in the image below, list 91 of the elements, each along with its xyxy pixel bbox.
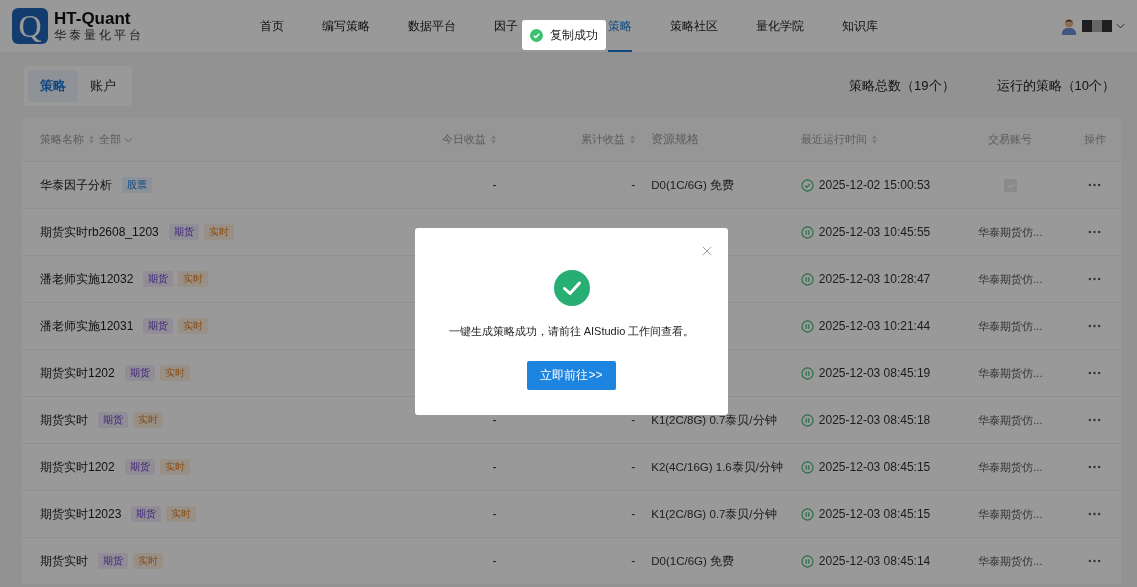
table-cell: 华泰期货仿... bbox=[978, 459, 1043, 475]
more-icon[interactable] bbox=[1088, 230, 1102, 234]
tag: 实时 bbox=[133, 553, 163, 569]
table-cell: K1(2C/8G) 0.7泰贝/分钟 bbox=[651, 506, 777, 522]
table-cell: 2025-12-02 15:00:53 bbox=[818, 178, 931, 192]
tag: 期货 bbox=[143, 318, 174, 334]
nav-tab[interactable]: 策略 bbox=[608, 0, 632, 52]
caret-icon[interactable] bbox=[1116, 23, 1125, 29]
logo-title: HT-Quant bbox=[54, 9, 132, 28]
more-icon[interactable] bbox=[1088, 465, 1102, 469]
table-cell: 华泰期货仿... bbox=[978, 365, 1043, 381]
more-icon[interactable] bbox=[1088, 183, 1102, 187]
table-cell: 2025-12-03 08:45:14 bbox=[818, 554, 931, 568]
strategy-name[interactable]: 期货实时1202 bbox=[40, 458, 115, 476]
table-cell: - bbox=[492, 413, 497, 427]
nav-tab[interactable]: 量化学院 bbox=[756, 0, 804, 52]
table-cell: 2025-12-03 10:21:44 bbox=[818, 319, 931, 333]
table-cell: 2025-12-03 10:28:47 bbox=[818, 272, 931, 286]
strategy-name[interactable]: 华泰因子分析 bbox=[40, 176, 112, 194]
table-cell: 2025-12-03 10:45:55 bbox=[818, 225, 931, 239]
table-cell: - bbox=[492, 507, 497, 521]
tag: 实时 bbox=[178, 271, 209, 287]
tag: 实时 bbox=[133, 412, 163, 428]
tag: 实时 bbox=[159, 365, 190, 381]
tag: 期货 bbox=[124, 459, 155, 475]
tag: 期货 bbox=[98, 553, 128, 569]
tag: 实时 bbox=[203, 224, 234, 240]
tag: 期货 bbox=[168, 224, 199, 240]
table-cell: K1(2C/8G) 0.7泰贝/分钟 bbox=[651, 412, 777, 428]
table-cell: 2025-12-03 08:45:15 bbox=[818, 507, 931, 521]
dialog-message: 一键生成策略成功，请前往 AIStudio 工作间查看。 bbox=[448, 324, 695, 339]
go-button[interactable]: 立即前往>> bbox=[527, 361, 616, 390]
close-icon[interactable] bbox=[702, 246, 712, 256]
table-cell: - bbox=[631, 460, 636, 474]
tag: 期货 bbox=[131, 506, 162, 522]
check-circle-icon bbox=[530, 28, 543, 42]
table-cell: D0(1C/6G) 免费 bbox=[651, 553, 734, 569]
tag: 期货 bbox=[98, 412, 128, 428]
table-cell: 2025-12-03 08:45:15 bbox=[818, 460, 931, 474]
stat-label: 策略总数（19个） bbox=[849, 77, 955, 95]
table-cell: 华泰期货仿... bbox=[978, 553, 1043, 569]
more-icon[interactable] bbox=[1088, 559, 1102, 563]
nav-tab[interactable]: 因子 bbox=[494, 0, 518, 52]
table-cell: - bbox=[492, 178, 497, 192]
tag: 实时 bbox=[159, 459, 190, 475]
table-cell: - bbox=[631, 507, 636, 521]
logo-subtitle: 华泰量化平台 bbox=[54, 27, 144, 43]
strategy-name[interactable]: 期货实时12023 bbox=[40, 505, 122, 523]
section-tab[interactable]: 账户 bbox=[78, 70, 128, 102]
table-cell: 2025-12-03 08:45:18 bbox=[818, 413, 931, 427]
strategy-name[interactable]: 期货实时1202 bbox=[40, 364, 115, 382]
strategy-name[interactable]: 期货实时rb2608_1203 bbox=[40, 223, 159, 241]
caret-icon bbox=[124, 136, 133, 143]
nav-tab[interactable]: 数据平台 bbox=[408, 0, 456, 52]
table-cell: - bbox=[492, 460, 497, 474]
more-icon[interactable] bbox=[1088, 512, 1102, 516]
table-cell: 华泰期货仿... bbox=[978, 318, 1043, 334]
more-icon[interactable] bbox=[1088, 324, 1102, 328]
strategy-name[interactable]: 潘老师实施12031 bbox=[40, 317, 134, 335]
toast-message: 复制成功 bbox=[550, 26, 598, 44]
strategy-name[interactable]: 期货实时 bbox=[40, 411, 88, 429]
table-cell: 华泰期货仿... bbox=[978, 506, 1043, 522]
more-icon[interactable] bbox=[1088, 418, 1102, 422]
table-cell: 华泰期货仿... bbox=[978, 412, 1043, 428]
tag: 股票 bbox=[122, 177, 152, 193]
nav-tab[interactable]: 知识库 bbox=[842, 0, 878, 52]
table-cell: K2(4C/16G) 1.6泰贝/分钟 bbox=[651, 459, 783, 475]
strategy-name[interactable]: 潘老师实施12032 bbox=[40, 270, 134, 288]
table-cell: 华泰期货仿... bbox=[978, 224, 1043, 240]
table-cell: - bbox=[631, 554, 636, 568]
avatar-icon[interactable] bbox=[1060, 17, 1078, 35]
stat-label: 运行的策略（10个） bbox=[996, 77, 1115, 95]
nav-tab[interactable]: 编写策略 bbox=[322, 0, 370, 52]
table-cell: - bbox=[631, 178, 636, 192]
table-cell: 2025-12-03 08:45:19 bbox=[818, 366, 931, 380]
check-circle-icon bbox=[553, 270, 590, 306]
table-cell: D0(1C/6G) 免费 bbox=[651, 177, 734, 193]
more-icon[interactable] bbox=[1088, 277, 1102, 281]
table-cell: 华泰期货仿... bbox=[978, 271, 1043, 287]
table-cell: - bbox=[492, 554, 497, 568]
redacted-username bbox=[1082, 20, 1112, 32]
tag: 期货 bbox=[143, 271, 174, 287]
nav-tab[interactable]: 首页 bbox=[260, 0, 284, 52]
nav-tab[interactable]: 策略社区 bbox=[670, 0, 718, 52]
logo-icon: Q bbox=[12, 8, 48, 44]
strategy-name[interactable]: 期货实时 bbox=[40, 552, 88, 570]
more-icon[interactable] bbox=[1088, 371, 1102, 375]
table-cell: - bbox=[631, 413, 636, 427]
tag: 实时 bbox=[178, 318, 209, 334]
tag: 期货 bbox=[124, 365, 155, 381]
tag: 实时 bbox=[166, 506, 197, 522]
